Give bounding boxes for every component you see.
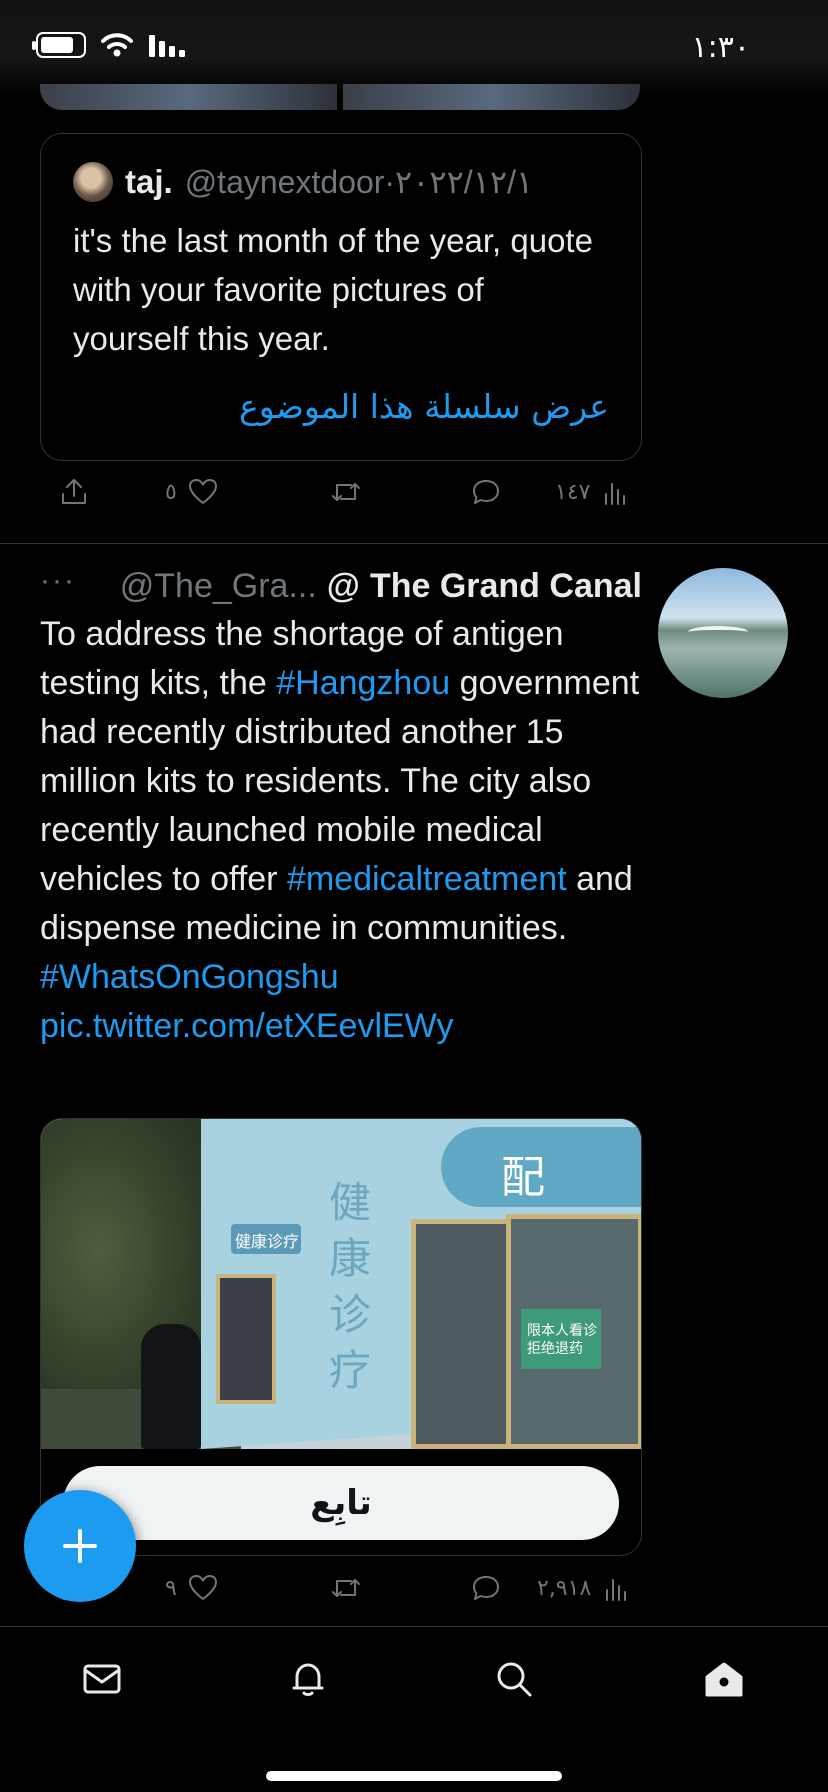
pic-link[interactable]: pic.twitter.com/etXEevlEWy xyxy=(40,1007,453,1045)
separator: · xyxy=(384,163,396,200)
quoted-tweet-actions: ٥ ١٤٧ xyxy=(40,476,642,526)
reply-icon xyxy=(473,1576,499,1600)
reply-button[interactable] xyxy=(470,476,502,508)
views-button[interactable]: ١٤٧ xyxy=(555,476,632,508)
search-icon xyxy=(497,1662,532,1697)
status-icons xyxy=(32,32,188,58)
quoted-tweet-card[interactable]: taj. @taynextdoor · ٢٠٢٢/١٢/١ it's the l… xyxy=(40,133,642,461)
views-count: ٢,٩١٨ xyxy=(537,1575,592,1601)
signal-icon xyxy=(149,35,185,57)
quoted-tweet-text: it's the last month of the year, quote w… xyxy=(73,222,593,357)
nav-notifications[interactable] xyxy=(280,1651,336,1707)
reply-icon xyxy=(473,480,499,504)
author-name[interactable]: The Grand Canal xyxy=(370,567,642,606)
show-thread-link[interactable]: عرض سلسلة هذا الموضوع xyxy=(239,387,609,426)
follow-button[interactable]: تابِع xyxy=(63,1466,619,1540)
hashtag-link[interactable]: #medicaltreatment xyxy=(287,860,567,898)
nav-home[interactable] xyxy=(696,1651,752,1707)
photo-small-sign-text: 健康诊疗 xyxy=(235,1234,300,1251)
analytics-icon xyxy=(606,1579,627,1601)
tweet-photo[interactable]: 健康诊疗 配 药 健康诊疗 限本人看诊 拒绝退药 xyxy=(41,1119,641,1449)
views-button[interactable]: ٢,٩١٨ xyxy=(537,1572,633,1604)
avatar[interactable] xyxy=(658,568,788,698)
share-button[interactable] xyxy=(58,476,90,508)
heart-icon xyxy=(188,479,217,504)
at-symbol: @ xyxy=(326,566,360,605)
analytics-icon xyxy=(605,483,626,505)
share-icon xyxy=(62,479,86,504)
photo-green-sign: 限本人看诊 拒绝退药 xyxy=(521,1309,601,1369)
tweet-text: To address the shortage of antigen testi… xyxy=(40,610,650,1051)
status-time: ١:٣٠ xyxy=(691,30,750,65)
nav-search[interactable] xyxy=(486,1651,542,1707)
retweet-icon xyxy=(332,1579,360,1597)
bottom-nav xyxy=(0,1626,828,1792)
author-handle[interactable]: @The_Gra... xyxy=(120,567,317,606)
wifi-icon xyxy=(101,33,133,57)
photo-small-sign: 健康诊疗 xyxy=(231,1224,301,1254)
quoted-tweet-header: taj. @taynextdoor · ٢٠٢٢/١٢/١ xyxy=(73,162,609,202)
tweet-actions: ٩ ٢,٩١٨ xyxy=(40,1572,642,1622)
photo-window xyxy=(216,1274,276,1404)
plus-icon xyxy=(63,1529,97,1563)
photo-banner: 配 药 xyxy=(441,1127,641,1267)
home-indicator xyxy=(266,1771,562,1781)
heart-icon xyxy=(188,1575,217,1600)
more-options-button[interactable]: ··· xyxy=(40,564,76,598)
reply-button[interactable] xyxy=(470,1572,502,1604)
quoted-author-handle[interactable]: @taynextdoor xyxy=(185,164,385,201)
mail-icon xyxy=(83,1664,121,1694)
bell-icon xyxy=(292,1663,324,1696)
photo-vertical-text: 健康诊疗 xyxy=(329,1178,372,1395)
status-bar: ١:٣٠ xyxy=(0,0,828,96)
retweet-button[interactable] xyxy=(330,1572,362,1604)
like-count: ٩ xyxy=(165,1575,177,1601)
avatar[interactable] xyxy=(73,162,113,202)
like-button[interactable]: ٩ xyxy=(165,1572,219,1604)
tweet-header: ··· @The_Gra... @ The Grand Canal xyxy=(40,562,642,610)
like-count: ٥ xyxy=(165,479,177,505)
battery-icon xyxy=(32,32,86,58)
compose-button[interactable] xyxy=(24,1490,136,1602)
hashtag-link[interactable]: #WhatsOnGongshu xyxy=(40,958,339,996)
media-card[interactable]: 健康诊疗 配 药 健康诊疗 限本人看诊 拒绝退药 تابِع xyxy=(40,1118,642,1556)
quoted-tweet-date: ٢٠٢٢/١٢/١ xyxy=(395,164,534,200)
photo-person xyxy=(141,1324,201,1449)
tweet-divider xyxy=(0,543,828,544)
photo-green-sign-text: 限本人看诊 拒绝退药 xyxy=(527,1322,597,1356)
home-icon xyxy=(705,1662,743,1697)
retweet-icon xyxy=(332,483,360,501)
bridge-image xyxy=(688,626,748,638)
views-count: ١٤٧ xyxy=(555,479,591,505)
quoted-author-name[interactable]: taj. xyxy=(125,163,173,201)
like-button[interactable]: ٥ xyxy=(165,476,219,508)
previous-tweet-media[interactable] xyxy=(40,84,640,110)
hashtag-link[interactable]: #Hangzhou xyxy=(276,664,450,702)
nav-messages[interactable] xyxy=(74,1651,130,1707)
retweet-button[interactable] xyxy=(330,476,362,508)
